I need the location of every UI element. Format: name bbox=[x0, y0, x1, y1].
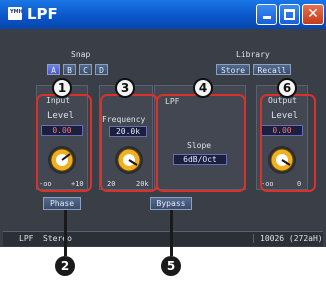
snap-b-button[interactable]: B bbox=[63, 64, 76, 75]
window-title: LPF bbox=[27, 5, 58, 23]
maximize-icon bbox=[284, 9, 295, 20]
callout-4: 4 bbox=[193, 78, 213, 98]
output-highlight bbox=[260, 94, 316, 192]
recall-button[interactable]: Recall bbox=[253, 64, 291, 75]
snap-d-button[interactable]: D bbox=[95, 64, 108, 75]
phase-button[interactable]: Phase bbox=[43, 197, 81, 210]
status-mode: Stereo bbox=[43, 234, 72, 243]
store-button[interactable]: Store bbox=[216, 64, 250, 75]
snap-c-button[interactable]: C bbox=[79, 64, 92, 75]
status-module: LPF bbox=[19, 234, 34, 243]
callout-5: 5 bbox=[161, 256, 181, 276]
frequency-highlight bbox=[100, 94, 158, 192]
status-id: 10026 (272aH) bbox=[253, 234, 323, 243]
callout-3: 3 bbox=[115, 78, 135, 98]
callout-6: 6 bbox=[277, 78, 297, 98]
callout-2-leader bbox=[64, 210, 67, 256]
bypass-button[interactable]: Bypass bbox=[150, 197, 192, 210]
callout-2: 2 bbox=[55, 256, 75, 276]
maximize-button[interactable] bbox=[279, 4, 300, 25]
close-button[interactable]: ✕ bbox=[302, 4, 324, 25]
close-icon: ✕ bbox=[307, 6, 319, 22]
lpf-highlight bbox=[156, 94, 246, 192]
title-bar[interactable]: YMH LPF ✕ bbox=[0, 0, 326, 29]
status-bar: LPF Stereo 10026 (272aH) bbox=[3, 231, 323, 246]
library-label: Library bbox=[236, 50, 270, 59]
snap-a-button[interactable]: A bbox=[47, 64, 60, 75]
callout-5-leader bbox=[170, 210, 173, 256]
minimize-icon bbox=[263, 16, 271, 19]
snap-label: Snap bbox=[71, 50, 91, 59]
yamaha-logo-icon: YMH bbox=[8, 7, 23, 20]
input-highlight bbox=[36, 94, 92, 192]
callout-1: 1 bbox=[52, 78, 72, 98]
minimize-button[interactable] bbox=[256, 4, 277, 25]
